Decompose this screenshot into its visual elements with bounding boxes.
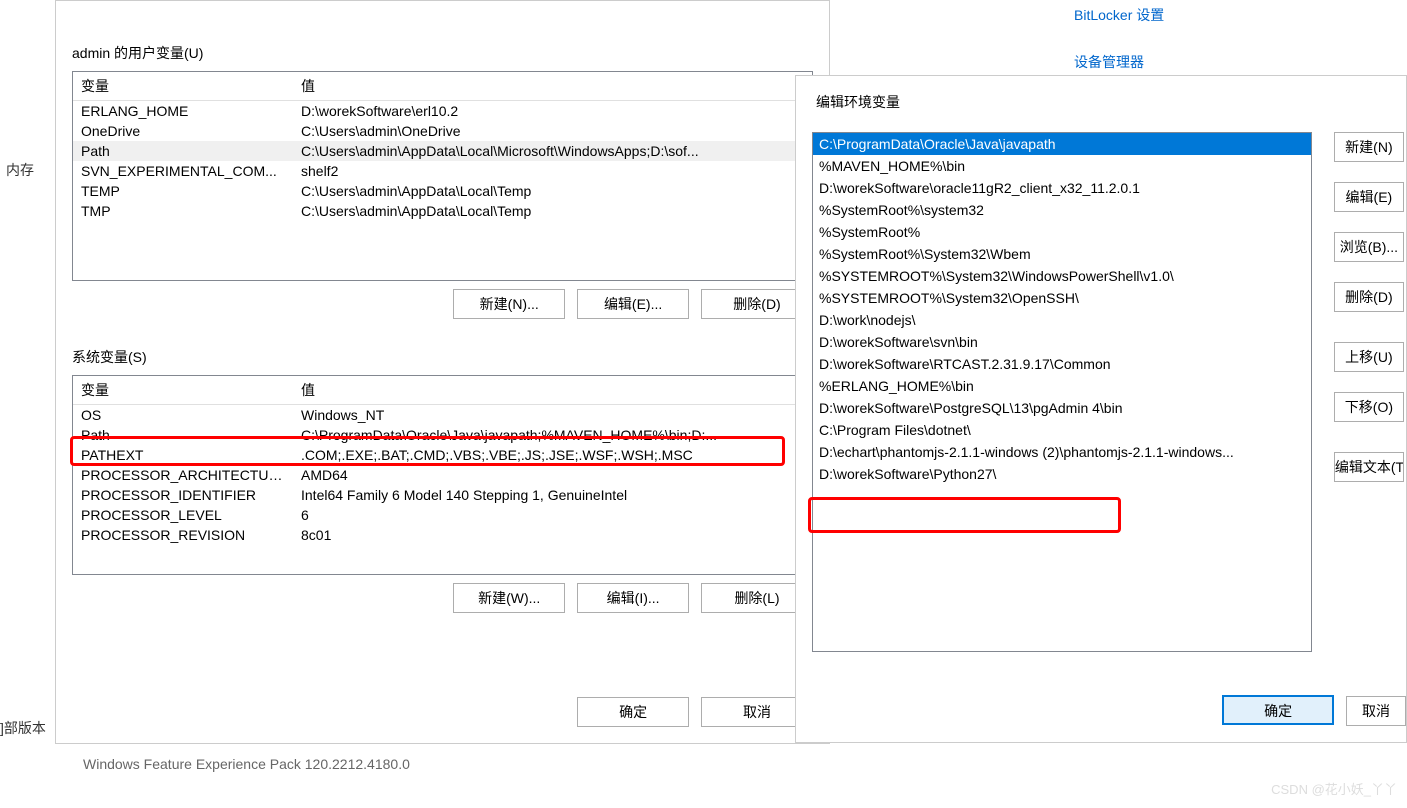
list-item[interactable]: C:\Program Files\dotnet\ — [813, 419, 1311, 441]
sys-vars-label: 系统变量(S) — [72, 347, 813, 367]
list-item[interactable]: D:\worekSoftware\svn\bin — [813, 331, 1311, 353]
envvars-ok-button[interactable]: 确定 — [577, 697, 689, 727]
list-item[interactable]: C:\ProgramData\Oracle\Java\javapath — [813, 133, 1311, 155]
list-item[interactable]: %MAVEN_HOME%\bin — [813, 155, 1311, 177]
path-entries-list[interactable]: C:\ProgramData\Oracle\Java\javapath%MAVE… — [812, 132, 1312, 652]
col-var[interactable]: 变量 — [73, 72, 293, 101]
path-down-button[interactable]: 下移(O) — [1334, 392, 1404, 422]
table-row[interactable]: PATHEXT.COM;.EXE;.BAT;.CMD;.VBS;.VBE;.JS… — [73, 445, 812, 465]
list-item[interactable]: D:\worekSoftware\oracle11gR2_client_x32_… — [813, 177, 1311, 199]
sys-edit-button[interactable]: 编辑(I)... — [577, 583, 689, 613]
path-new-button[interactable]: 新建(N) — [1334, 132, 1404, 162]
list-item[interactable]: D:\worekSoftware\RTCAST.2.31.9.17\Common — [813, 353, 1311, 375]
table-row[interactable]: PROCESSOR_ARCHITECTUREAMD64 — [73, 465, 812, 485]
sys-vars-list[interactable]: 变量 值 OSWindows_NTPathC:\ProgramData\Orac… — [72, 375, 813, 575]
table-row[interactable]: SVN_EXPERIMENTAL_COM...shelf2 — [73, 161, 812, 181]
user-new-button[interactable]: 新建(N)... — [453, 289, 565, 319]
winver-label: ]部版本 — [0, 718, 46, 738]
user-edit-button[interactable]: 编辑(E)... — [577, 289, 689, 319]
table-row[interactable]: PathC:\Users\admin\AppData\Local\Microso… — [73, 141, 812, 161]
table-row[interactable]: OneDriveC:\Users\admin\OneDrive — [73, 121, 812, 141]
memory-label: 内存 — [6, 160, 34, 180]
envvars-dialog: admin 的用户变量(U) 变量 值 ERLANG_HOMED:\worekS… — [55, 0, 830, 744]
edit-envvar-dialog: 编辑环境变量 C:\ProgramData\Oracle\Java\javapa… — [795, 75, 1407, 743]
editvar-cancel-button[interactable]: 取消 — [1346, 696, 1406, 726]
table-row[interactable]: ERLANG_HOMED:\worekSoftware\erl10.2 — [73, 101, 812, 122]
editvar-ok-button[interactable]: 确定 — [1222, 695, 1334, 725]
user-vars-list[interactable]: 变量 值 ERLANG_HOMED:\worekSoftware\erl10.2… — [72, 71, 813, 281]
list-item[interactable]: %SYSTEMROOT%\System32\OpenSSH\ — [813, 287, 1311, 309]
path-up-button[interactable]: 上移(U) — [1334, 342, 1404, 372]
table-row[interactable]: TEMPC:\Users\admin\AppData\Local\Temp — [73, 181, 812, 201]
table-row[interactable]: PROCESSOR_REVISION8c01 — [73, 525, 812, 545]
device-manager-link[interactable]: 设备管理器 — [1074, 52, 1144, 72]
list-item[interactable]: %SystemRoot%\System32\Wbem — [813, 243, 1311, 265]
path-browse-button[interactable]: 浏览(B)... — [1334, 232, 1404, 262]
table-row[interactable]: PROCESSOR_LEVEL6 — [73, 505, 812, 525]
path-delete-button[interactable]: 删除(D) — [1334, 282, 1404, 312]
list-item[interactable]: D:\echart\phantomjs-2.1.1-windows (2)\ph… — [813, 441, 1311, 463]
table-row[interactable]: OSWindows_NT — [73, 405, 812, 426]
bitlocker-link[interactable]: BitLocker 设置 — [1074, 5, 1164, 25]
table-row[interactable]: PathC:\ProgramData\Oracle\Java\javapath;… — [73, 425, 812, 445]
list-item[interactable]: D:\worekSoftware\Python27\ — [813, 463, 1311, 485]
edit-envvar-title: 编辑环境变量 — [816, 92, 1406, 112]
path-edit-button[interactable]: 编辑(E) — [1334, 182, 1404, 212]
table-row[interactable]: PROCESSOR_IDENTIFIERIntel64 Family 6 Mod… — [73, 485, 812, 505]
list-item[interactable]: D:\work\nodejs\ — [813, 309, 1311, 331]
feature-pack-text: Windows Feature Experience Pack 120.2212… — [83, 756, 410, 772]
watermark-text: CSDN @花小妖_丫丫 — [1271, 779, 1397, 798]
path-edittext-button[interactable]: 编辑文本(T)... — [1334, 452, 1404, 482]
col-val[interactable]: 值 — [293, 376, 812, 405]
col-var[interactable]: 变量 — [73, 376, 293, 405]
list-item[interactable]: %SystemRoot% — [813, 221, 1311, 243]
table-row[interactable]: TMPC:\Users\admin\AppData\Local\Temp — [73, 201, 812, 221]
user-vars-label: admin 的用户变量(U) — [72, 43, 813, 63]
col-val[interactable]: 值 — [293, 72, 812, 101]
list-item[interactable]: D:\worekSoftware\PostgreSQL\13\pgAdmin 4… — [813, 397, 1311, 419]
sys-new-button[interactable]: 新建(W)... — [453, 583, 565, 613]
list-item[interactable]: %ERLANG_HOME%\bin — [813, 375, 1311, 397]
list-item[interactable]: %SystemRoot%\system32 — [813, 199, 1311, 221]
list-item[interactable]: %SYSTEMROOT%\System32\WindowsPowerShell\… — [813, 265, 1311, 287]
